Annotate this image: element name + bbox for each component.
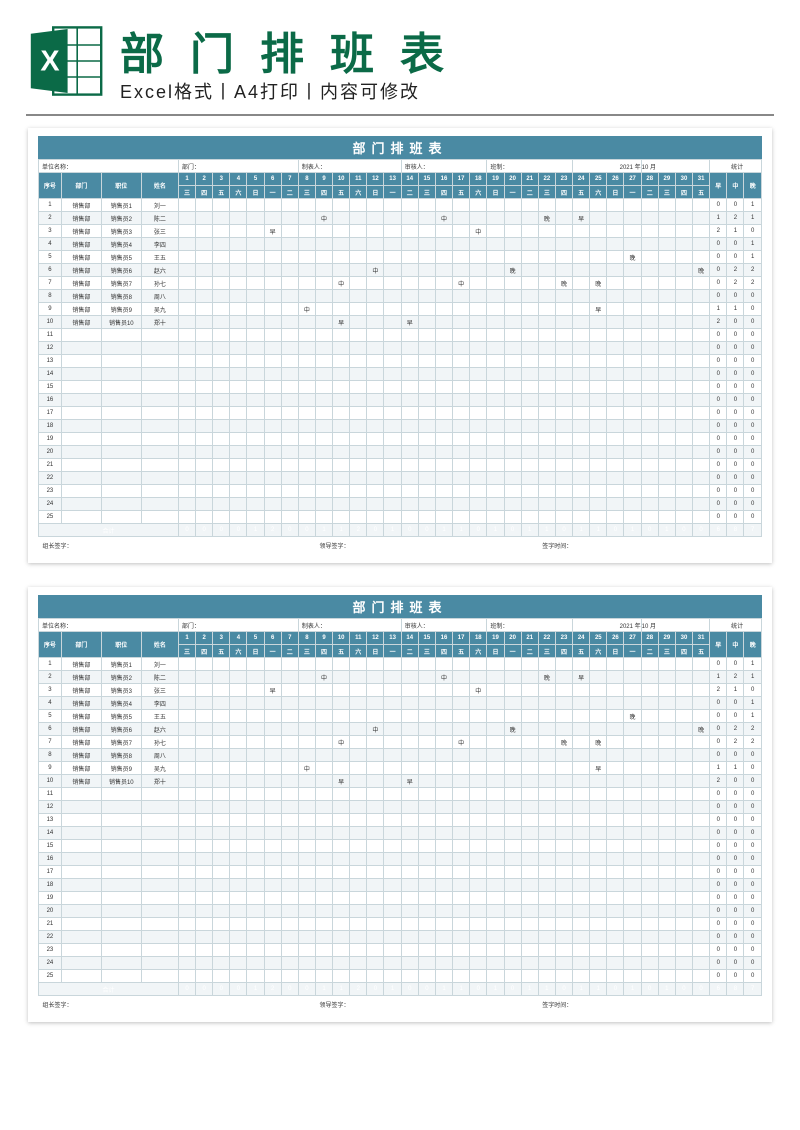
table-row: 8销售部销售员8周八000 (39, 290, 762, 303)
table-row: 10销售部销售员10郑十早早200 (39, 775, 762, 788)
table-row: 25000 (39, 970, 762, 983)
table-row: 3销售部销售员3张三早中210 (39, 684, 762, 697)
schedule-sheet: 部门排班表单位名称：部门：制表人：审核人：班制：2021 年 10 月统计序号部… (28, 128, 772, 563)
table-row: 9销售部销售员9吴九中早110 (39, 303, 762, 316)
table-row: 4销售部销售员4李四001 (39, 238, 762, 251)
info-row: 单位名称：部门：制表人：审核人：班制：2021 年 10 月统计 (39, 160, 762, 173)
header-row-1: 序号部门职位姓名12345678910111213141516171819202… (39, 632, 762, 645)
excel-icon: X (26, 21, 106, 101)
schedule-sheet: 部门排班表单位名称：部门：制表人：审核人：班制：2021 年 10 月统计序号部… (28, 587, 772, 1022)
table-row: 21000 (39, 918, 762, 931)
table-row: 25000 (39, 511, 762, 524)
table-row: 15000 (39, 840, 762, 853)
header-row-1: 序号部门职位姓名12345678910111213141516171819202… (39, 173, 762, 186)
table-row: 24000 (39, 498, 762, 511)
svg-text:X: X (40, 46, 59, 78)
table-row: 15000 (39, 381, 762, 394)
table-row: 3销售部销售员3张三早中210 (39, 225, 762, 238)
sum-row: 合计0000120011201001101011011010100687 (39, 524, 762, 537)
info-row: 单位名称：部门：制表人：审核人：班制：2021 年 10 月统计 (39, 619, 762, 632)
table-row: 4销售部销售员4李四001 (39, 697, 762, 710)
table-row: 6销售部销售员6赵六中晚晚022 (39, 723, 762, 736)
schedule-table: 单位名称：部门：制表人：审核人：班制：2021 年 10 月统计序号部门职位姓名… (38, 618, 762, 1010)
table-row: 18000 (39, 879, 762, 892)
signature-row: 组长签字：领导签字：签字时间： (39, 537, 762, 552)
table-row: 18000 (39, 420, 762, 433)
sheet-title: 部门排班表 (38, 595, 762, 618)
table-row: 19000 (39, 892, 762, 905)
schedule-table: 单位名称：部门：制表人：审核人：班制：2021 年 10 月统计序号部门职位姓名… (38, 159, 762, 551)
table-row: 13000 (39, 355, 762, 368)
table-row: 12000 (39, 342, 762, 355)
table-row: 9销售部销售员9吴九中早110 (39, 762, 762, 775)
table-row: 17000 (39, 407, 762, 420)
table-row: 6销售部销售员6赵六中晚晚022 (39, 264, 762, 277)
table-row: 11000 (39, 329, 762, 342)
table-row: 23000 (39, 485, 762, 498)
page-title: 部门排班表 (120, 18, 774, 82)
table-row: 8销售部销售员8周八000 (39, 749, 762, 762)
table-row: 1销售部销售员1刘一001 (39, 658, 762, 671)
table-row: 2销售部销售员2陈二中中晚早121 (39, 212, 762, 225)
table-row: 2销售部销售员2陈二中中晚早121 (39, 671, 762, 684)
table-row: 13000 (39, 814, 762, 827)
signature-row: 组长签字：领导签字：签字时间： (39, 996, 762, 1011)
table-row: 20000 (39, 446, 762, 459)
sheet-title: 部门排班表 (38, 136, 762, 159)
table-row: 1销售部销售员1刘一001 (39, 199, 762, 212)
table-row: 19000 (39, 433, 762, 446)
table-row: 12000 (39, 801, 762, 814)
template-header: X 部门排班表 Excel格式丨A4打印丨内容可修改 (0, 0, 800, 110)
table-row: 20000 (39, 905, 762, 918)
table-row: 11000 (39, 788, 762, 801)
table-row: 14000 (39, 368, 762, 381)
table-row: 7销售部销售员7孙七中中晚晚022 (39, 736, 762, 749)
table-row: 16000 (39, 853, 762, 866)
table-row: 21000 (39, 459, 762, 472)
table-row: 24000 (39, 957, 762, 970)
table-row: 23000 (39, 944, 762, 957)
table-row: 10销售部销售员10郑十早早200 (39, 316, 762, 329)
sum-row: 合计0000120011201001101011011010100687 (39, 983, 762, 996)
table-row: 5销售部销售员5王五晚001 (39, 710, 762, 723)
table-row: 14000 (39, 827, 762, 840)
table-row: 22000 (39, 931, 762, 944)
table-row: 16000 (39, 394, 762, 407)
table-row: 5销售部销售员5王五晚001 (39, 251, 762, 264)
divider (26, 114, 774, 116)
table-row: 7销售部销售员7孙七中中晚晚022 (39, 277, 762, 290)
table-row: 17000 (39, 866, 762, 879)
table-row: 22000 (39, 472, 762, 485)
